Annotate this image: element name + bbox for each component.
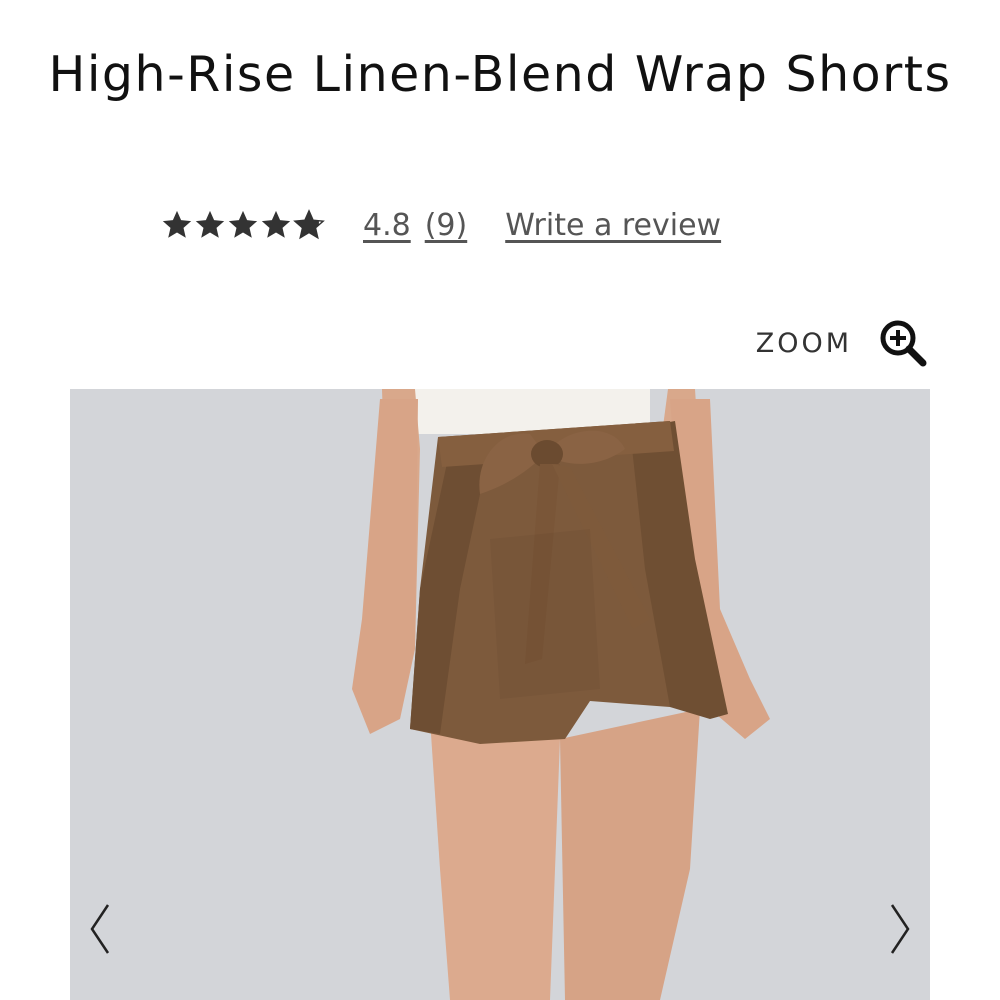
product-title: High-Rise Linen-Blend Wrap Shorts xyxy=(48,46,952,103)
zoom-control[interactable]: ZOOM xyxy=(756,318,928,368)
rating-value-link[interactable]: 4.8 xyxy=(363,208,411,243)
star-icon xyxy=(261,210,291,238)
star-icon xyxy=(195,210,225,238)
star-partial-icon xyxy=(293,209,325,240)
zoom-in-icon[interactable] xyxy=(878,318,928,368)
chevron-right-icon xyxy=(890,904,910,954)
star-icon xyxy=(228,210,258,238)
rating-row: 4.8 (9) Write a review xyxy=(160,200,721,250)
product-image-gallery[interactable] xyxy=(70,389,930,1000)
chevron-left-icon xyxy=(90,904,110,954)
star-rating[interactable] xyxy=(160,208,325,242)
review-count-link[interactable]: (9) xyxy=(425,208,468,243)
product-photo xyxy=(70,389,930,1000)
gallery-next-button[interactable] xyxy=(880,899,920,959)
write-review-link[interactable]: Write a review xyxy=(505,208,721,243)
gallery-prev-button[interactable] xyxy=(80,899,120,959)
zoom-label: ZOOM xyxy=(755,327,852,359)
star-icon xyxy=(162,210,192,238)
